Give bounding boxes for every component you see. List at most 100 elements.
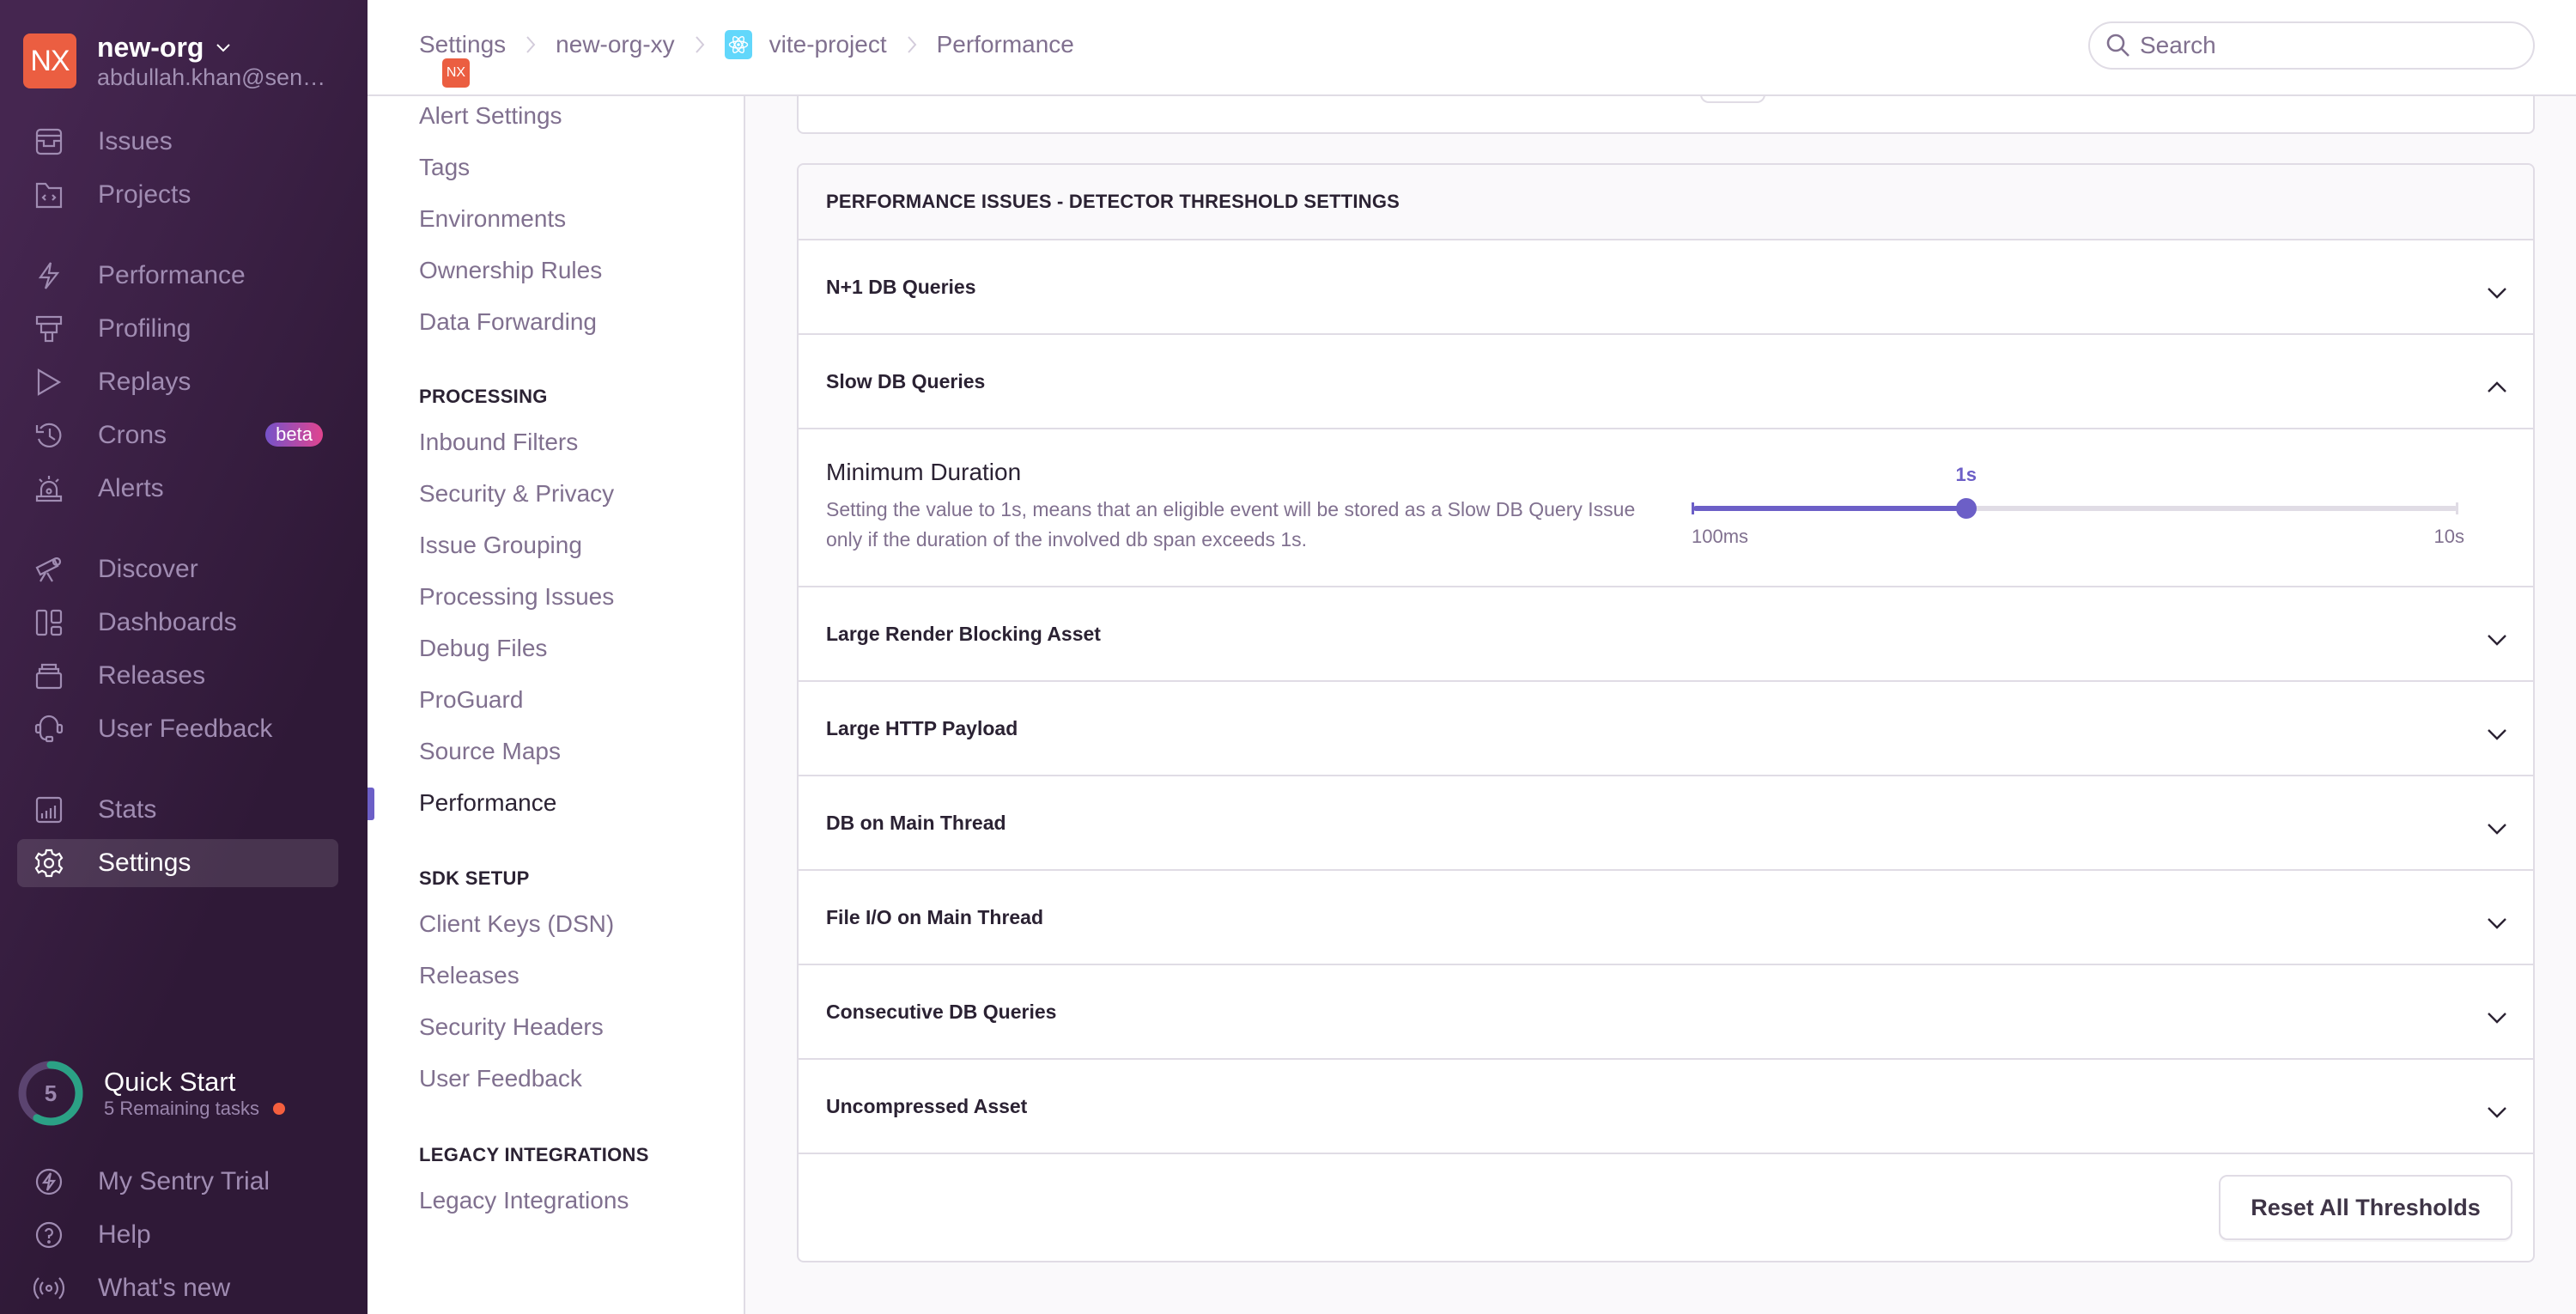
breadcrumb-label: vite-project [769,31,887,58]
threshold-row-n-plus-one-db-queries[interactable]: N+1 DB Queries [799,240,2533,335]
sidebar-item-settings[interactable]: Settings [17,839,338,887]
subnav-item-security-privacy[interactable]: Security & Privacy [419,479,614,508]
breadcrumb-settings[interactable]: Settings [419,31,506,58]
search-icon [2106,33,2129,57]
search-input[interactable] [2140,32,2518,59]
subnav-item-releases[interactable]: Releases [419,961,519,990]
chevron-up-icon [2487,375,2507,392]
panel-title: PERFORMANCE ISSUES - DETECTOR THRESHOLD … [799,165,2533,240]
subnav-item-processing-issues[interactable]: Processing Issues [419,582,614,611]
sidebar-item-replays[interactable]: Replays [17,358,338,406]
sidebar-item-alerts[interactable]: Alerts [17,465,338,513]
quick-start-title: Quick Start [104,1067,236,1097]
threshold-row-label: Uncompressed Asset [826,1094,1028,1117]
settings-icon [33,847,65,879]
sidebar-item-label: Performance [98,261,246,289]
org-name: new-org [97,32,204,63]
sidebar-item-issues[interactable]: Issues [17,118,338,166]
subnav-item-user-feedback[interactable]: User Feedback [419,1064,582,1093]
subnav-item-proguard[interactable]: ProGuard [419,685,523,715]
threshold-row-db-on-main-thread[interactable]: DB on Main Thread [799,776,2533,871]
subnav-item-debug-files[interactable]: Debug Files [419,634,547,663]
subnav-item-performance[interactable]: Performance [419,788,556,818]
stats-icon [33,794,65,826]
crons-icon [33,419,65,452]
slow-db-queries-settings: Minimum Duration Setting the value to 1s… [799,429,2533,587]
breadcrumb-project[interactable]: vite-project [724,30,887,59]
sidebar-item-user-feedback[interactable]: User Feedback [17,705,338,753]
beta-badge: beta [265,423,323,447]
help-icon [33,1219,65,1251]
threshold-row-label: N+1 DB Queries [826,275,976,298]
subnav-item-data-forwarding[interactable]: Data Forwarding [419,307,597,337]
chevron-right-icon [526,36,536,53]
sidebar-item-crons[interactable]: Crons beta [17,411,338,459]
threshold-row-large-render-blocking-asset[interactable]: Large Render Blocking Asset [799,587,2533,682]
threshold-row-label: Consecutive DB Queries [826,1000,1057,1023]
user-email: abdullah.khan@sen… [97,64,326,90]
breadcrumb: Settings NX new-org-xy vite-project Perf… [419,27,1074,88]
threshold-row-large-http-payload[interactable]: Large HTTP Payload [799,682,2533,776]
threshold-settings-panel: PERFORMANCE ISSUES - DETECTOR THRESHOLD … [797,163,2535,1262]
quick-start[interactable]: 5 Quick Start 5 Remaining tasks [17,1060,285,1127]
breadcrumb-current: Performance [937,31,1074,58]
threshold-row-label: DB on Main Thread [826,811,1006,834]
subnav-heading-processing: PROCESSING [419,386,548,407]
sidebar-item-dashboards[interactable]: Dashboards [17,599,338,647]
minimum-duration-label: Minimum Duration [826,459,1022,485]
chevron-down-icon [2487,1100,2507,1118]
sidebar-item-whats-new[interactable]: What's new [17,1264,338,1312]
top-header: Settings NX new-org-xy vite-project Perf… [368,0,2576,96]
subnav-item-tags[interactable]: Tags [419,153,470,182]
org-switcher[interactable]: NX new-org abdullah.khan@sen… [23,31,325,91]
previous-panel-control[interactable] [1700,94,1765,103]
reset-all-thresholds-button[interactable]: Reset All Thresholds [2219,1175,2512,1240]
search-box[interactable] [2088,21,2535,70]
breadcrumb-label: Performance [936,31,1074,58]
sidebar-item-stats[interactable]: Stats [17,786,338,834]
subnav-item-alert-settings[interactable]: Alert Settings [419,101,562,131]
subnav-item-security-headers[interactable]: Security Headers [419,1013,604,1042]
threshold-row-consecutive-db-queries[interactable]: Consecutive DB Queries [799,965,2533,1060]
subnav-item-ownership-rules[interactable]: Ownership Rules [419,256,602,285]
sidebar-item-performance[interactable]: Performance [17,252,338,300]
subnav-item-source-maps[interactable]: Source Maps [419,737,561,766]
subnav-heading-legacy-integrations: LEGACY INTEGRATIONS [419,1144,649,1165]
threshold-row-label: File I/O on Main Thread [826,905,1044,928]
breadcrumb-label: new-org-xy [556,31,675,58]
active-indicator [368,788,374,820]
slider-fill [1693,506,1966,511]
sidebar-item-help[interactable]: Help [17,1211,338,1259]
releases-icon [33,660,65,692]
sidebar-item-releases[interactable]: Releases [17,652,338,700]
sidebar-item-label: Settings [98,849,191,877]
subnav-item-environments[interactable]: Environments [419,204,566,234]
sidebar-item-discover[interactable]: Discover [17,545,338,593]
dashboards-icon [33,606,65,639]
chevron-down-icon [2487,911,2507,929]
sidebar-item-my-sentry-trial[interactable]: My Sentry Trial [17,1158,338,1206]
threshold-row-slow-db-queries[interactable]: Slow DB Queries [799,335,2533,429]
slider-min-label: 100ms [1692,526,1749,547]
org-badge: NX [442,58,470,88]
subnav-item-issue-grouping[interactable]: Issue Grouping [419,531,582,560]
sidebar-item-projects[interactable]: Projects [17,171,338,219]
trial-icon [33,1165,65,1198]
threshold-row-label: Large Render Blocking Asset [826,622,1101,645]
performance-icon [33,259,65,292]
sidebar-item-label: Help [98,1220,151,1249]
sidebar-item-label: My Sentry Trial [98,1167,270,1195]
sidebar-item-profiling[interactable]: Profiling [17,305,338,353]
slider-min-tick [1692,502,1694,514]
user-feedback-icon [33,713,65,745]
subnav-item-client-keys[interactable]: Client Keys (DSN) [419,909,614,939]
threshold-row-file-io-on-main-thread[interactable]: File I/O on Main Thread [799,871,2533,965]
sidebar-item-label: Profiling [98,314,191,343]
minimum-duration-slider[interactable]: 1s 100ms 10s [1692,464,2464,550]
subnav-item-legacy-integrations[interactable]: Legacy Integrations [419,1186,629,1215]
slider-thumb[interactable] [1955,498,1977,519]
breadcrumb-org[interactable]: NX new-org-xy [442,31,675,88]
subnav-item-inbound-filters[interactable]: Inbound Filters [419,428,578,457]
threshold-row-uncompressed-asset[interactable]: Uncompressed Asset [799,1060,2533,1154]
sidebar-item-label: Crons [98,421,167,449]
